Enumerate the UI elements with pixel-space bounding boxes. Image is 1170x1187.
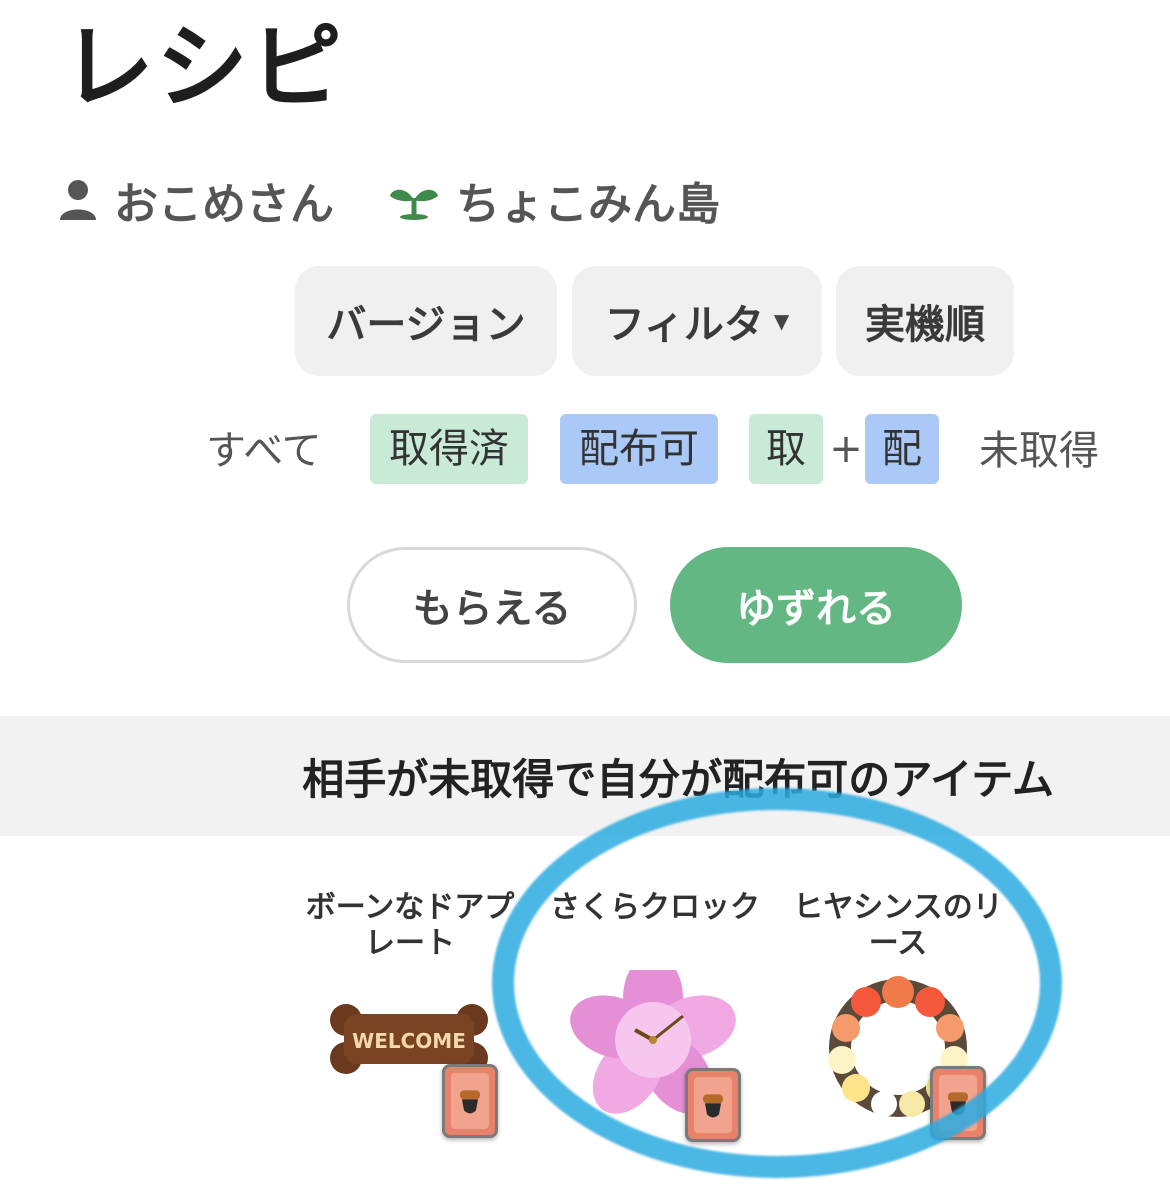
filter-distributable-short[interactable]: 配 bbox=[865, 414, 939, 484]
profile-row: おこめさん ちょこみん島 bbox=[58, 170, 720, 230]
item-name: さくらクロック bbox=[550, 890, 760, 925]
filter-obtained-short[interactable]: 取 bbox=[749, 414, 823, 484]
section-title: 相手が未取得で自分が配布可のアイテム bbox=[302, 754, 1054, 804]
sort-button[interactable]: 実機順 bbox=[836, 266, 1014, 376]
filter-obtained[interactable]: 取得済 bbox=[370, 414, 528, 484]
recipe-card-icon bbox=[930, 1066, 986, 1140]
item-name: ヒヤシンスのリ ース bbox=[793, 890, 1003, 961]
filter-not-obtained[interactable]: 未取得 bbox=[979, 418, 1099, 484]
user-name: おこめさん bbox=[114, 179, 334, 230]
item-art bbox=[535, 970, 775, 1170]
filter-distributable[interactable]: 配布可 bbox=[560, 414, 718, 484]
item-art bbox=[778, 970, 1018, 1170]
user-info: おこめさん bbox=[58, 168, 334, 232]
person-icon bbox=[60, 180, 96, 220]
version-button[interactable]: バージョン bbox=[295, 266, 557, 376]
acorn-icon bbox=[460, 1090, 480, 1114]
svg-text:WELCOME: WELCOME bbox=[352, 1029, 466, 1053]
item-art: WELCOME bbox=[290, 970, 530, 1170]
island-name: ちょこみん島 bbox=[456, 179, 720, 230]
give-label: ゆずれる bbox=[736, 586, 896, 632]
sort-label: 実機順 bbox=[865, 302, 985, 348]
version-label: バージョン bbox=[326, 302, 526, 348]
recipe-card-icon bbox=[685, 1068, 741, 1142]
page-title: レシピ bbox=[62, 14, 345, 121]
acorn-icon bbox=[703, 1094, 723, 1118]
chevron-down-icon: ▼ bbox=[773, 309, 790, 333]
receive-label: もらえる bbox=[412, 586, 572, 632]
give-button[interactable]: ゆずれる bbox=[670, 547, 962, 663]
island-info: ちょこみん島 bbox=[388, 168, 720, 232]
item-card[interactable]: さくらクロック bbox=[535, 890, 775, 1170]
item-card[interactable]: ボーンなドアプ レート WELCOME bbox=[290, 890, 530, 1170]
acorn-icon bbox=[948, 1092, 968, 1116]
item-card[interactable]: ヒヤシンスのリ ース bbox=[778, 890, 1018, 1170]
filter-all[interactable]: すべて bbox=[206, 418, 322, 484]
item-name: ボーンなドアプ レート bbox=[305, 890, 515, 961]
plus-sign: + bbox=[829, 426, 863, 472]
sprout-icon bbox=[390, 189, 438, 220]
receive-button[interactable]: もらえる bbox=[347, 547, 637, 663]
filter-button[interactable]: フィルタ ▼ bbox=[572, 266, 822, 376]
filter-label: フィルタ bbox=[604, 302, 764, 348]
recipe-card-icon bbox=[442, 1064, 498, 1138]
